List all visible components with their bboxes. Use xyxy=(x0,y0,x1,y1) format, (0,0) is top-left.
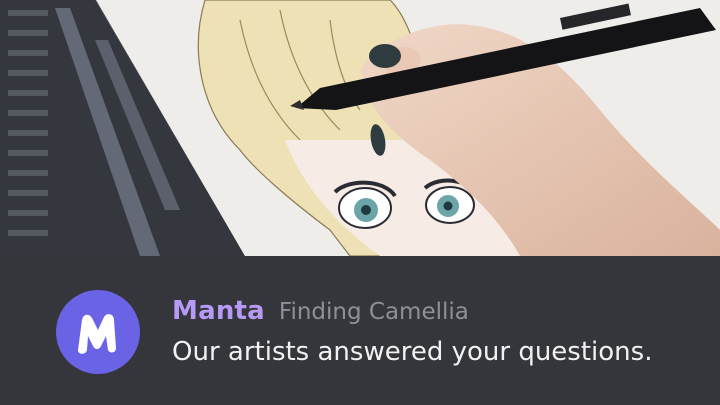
series-title: Finding Camellia xyxy=(278,299,469,325)
manta-logo-icon xyxy=(68,302,128,362)
app-name: Manta xyxy=(172,296,265,326)
hero-image xyxy=(0,0,720,256)
notification-card[interactable]: Manta Finding Camellia Our artists answe… xyxy=(0,0,720,405)
notification-message: Our artists answered your questions. xyxy=(172,337,653,367)
notification-header: Manta Finding Camellia xyxy=(172,296,469,332)
app-avatar[interactable] xyxy=(56,290,140,374)
